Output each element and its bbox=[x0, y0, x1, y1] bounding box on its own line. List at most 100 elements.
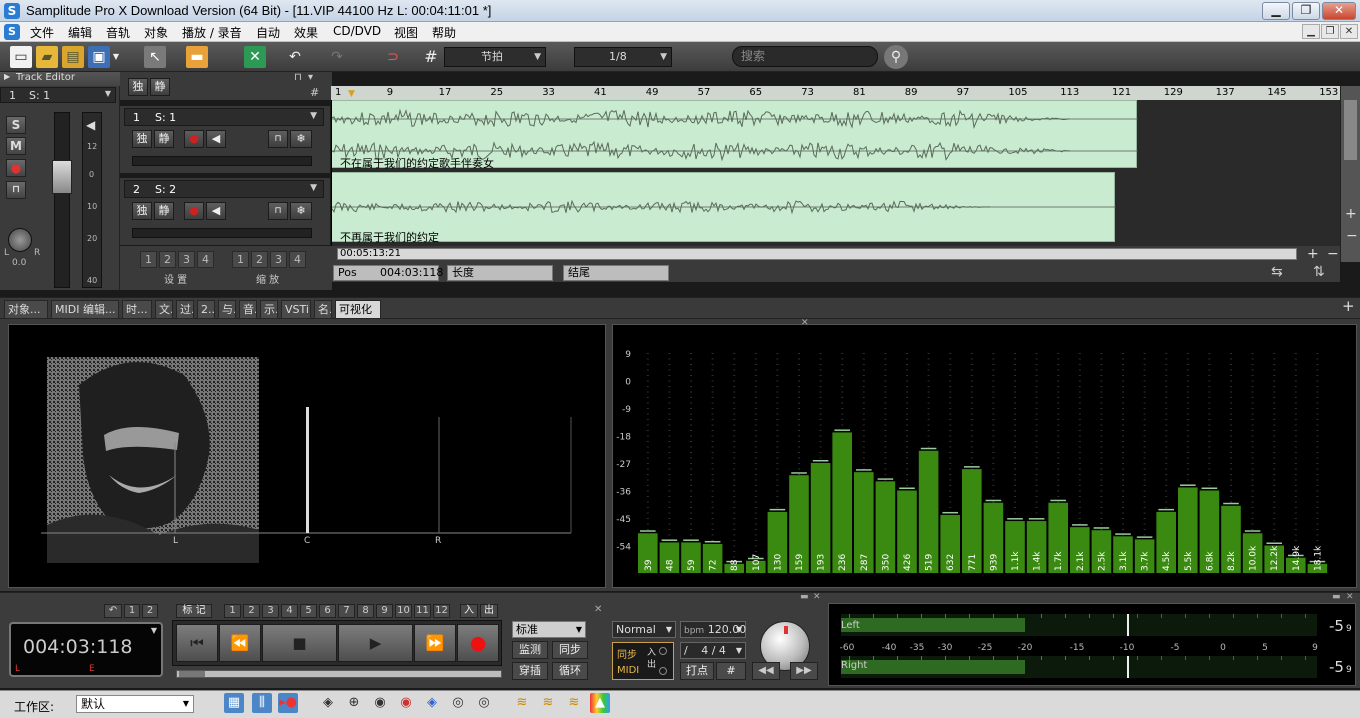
h-zoom-out-icon[interactable]: − bbox=[1327, 246, 1339, 262]
timeline-ruler[interactable]: 1 9 17 25 33 41 49 57 65 73 81 89 97 105 113 121 129 137 1… bbox=[331, 86, 1340, 100]
menu-automation[interactable]: 自动 bbox=[256, 24, 280, 41]
marker-10-button[interactable]: 10 bbox=[395, 604, 412, 618]
wave-tool-icon-3[interactable]: ≋ bbox=[564, 693, 584, 713]
set-1-button[interactable]: 1 bbox=[140, 251, 157, 268]
track-1-solo-button[interactable]: 独 bbox=[132, 130, 152, 148]
diamond-icon[interactable]: ◈ bbox=[422, 693, 442, 713]
speaker-icon[interactable]: ◀ bbox=[86, 118, 95, 132]
mute-all-button[interactable]: 静 bbox=[150, 78, 170, 96]
menu-track[interactable]: 音轨 bbox=[106, 24, 130, 41]
marker-12-button[interactable]: 12 bbox=[433, 604, 450, 618]
tab-5[interactable]: 2... bbox=[197, 300, 215, 319]
mixer-icon[interactable]: ⫼ bbox=[252, 693, 272, 713]
play-button[interactable]: ▶ bbox=[338, 624, 413, 662]
undo-history-icon[interactable]: ↶ bbox=[104, 604, 122, 618]
clip-track-2[interactable]: 不再属于我们的约定 bbox=[331, 172, 1116, 244]
swap-v-icon[interactable]: ⇅ bbox=[1313, 264, 1325, 280]
menu-playback[interactable]: 播放 / 录音 bbox=[182, 24, 242, 41]
pan-knob[interactable] bbox=[8, 228, 32, 252]
marker-4-button[interactable]: 4 bbox=[281, 604, 298, 618]
transport-close2-icon[interactable]: ✕ bbox=[813, 592, 821, 602]
tab-4[interactable]: 过... bbox=[176, 300, 194, 319]
tab-0[interactable]: 对象... bbox=[4, 300, 48, 319]
circle-icon-1[interactable]: ◎ bbox=[448, 693, 468, 713]
tab-8[interactable]: 示... bbox=[260, 300, 278, 319]
set-4-button[interactable]: 4 bbox=[197, 251, 214, 268]
arrangement-area[interactable]: 不在属于我们的约定歌手伴奏女 不再属于我们的约定 bbox=[331, 100, 1340, 246]
jog-forward-icon[interactable]: ▶▶ bbox=[790, 662, 818, 680]
menu-object[interactable]: 对象 bbox=[144, 24, 168, 41]
range-tool-icon[interactable]: ▬ bbox=[186, 46, 208, 68]
sync-button[interactable]: 同步 bbox=[552, 641, 588, 659]
chevron-down-icon[interactable]: ▼ bbox=[310, 183, 317, 193]
tab-2[interactable]: 时... bbox=[122, 300, 152, 319]
vertical-scroll-thumb[interactable] bbox=[1344, 100, 1357, 160]
track-1-title-bar[interactable]: 1 S: 1 ▼ bbox=[124, 108, 324, 126]
spectrum-tool-icon[interactable]: ▲ bbox=[590, 693, 610, 713]
track-1-lock-icon[interactable]: ⊓ bbox=[268, 130, 288, 148]
end-field[interactable]: 结尾 bbox=[563, 265, 669, 281]
track-header-2[interactable]: 2 S: 2 ▼ 独 静 ● ◀ ⊓ ❄ bbox=[120, 178, 330, 246]
track-1-mute-button[interactable]: 静 bbox=[154, 130, 174, 148]
track-selector[interactable]: 1 S: 1 ▼ bbox=[0, 87, 116, 103]
volume-fader-handle[interactable] bbox=[52, 160, 72, 194]
layout-icon[interactable]: ▦ bbox=[224, 693, 244, 713]
pos-field[interactable]: Pos 004:03:118 bbox=[333, 265, 443, 281]
marker-3-button[interactable]: 3 bbox=[262, 604, 279, 618]
transport-close-icon[interactable]: ✕ bbox=[594, 604, 602, 615]
wave-tool-icon-1[interactable]: ≋ bbox=[512, 693, 532, 713]
add-tab-icon[interactable]: + bbox=[1342, 297, 1355, 315]
new-file-icon[interactable]: ▭ bbox=[10, 46, 32, 68]
zoom-3-button[interactable]: 3 bbox=[270, 251, 287, 268]
tab-7[interactable]: 音... bbox=[239, 300, 257, 319]
bpm-field[interactable]: bpm 120.00 ▼ bbox=[680, 621, 746, 638]
meter-minimize-icon[interactable]: ▬ bbox=[1332, 592, 1341, 602]
mdi-restore-button[interactable]: ❐ bbox=[1321, 24, 1339, 39]
set-3-button[interactable]: 3 bbox=[178, 251, 195, 268]
solo-all-button[interactable]: 独 bbox=[128, 78, 148, 96]
track-2-mute-button[interactable]: 静 bbox=[154, 202, 174, 220]
nav-marker-icon-2[interactable]: ⊕ bbox=[344, 693, 364, 713]
zoom-out-icon[interactable]: − bbox=[1346, 228, 1358, 244]
track-1-monitor-icon[interactable]: ◀ bbox=[206, 130, 226, 148]
mdi-close-button[interactable]: ✕ bbox=[1340, 24, 1358, 39]
track-2-solo-button[interactable]: 独 bbox=[132, 202, 152, 220]
record-eye-icon[interactable]: ◉ bbox=[396, 693, 416, 713]
marker-6-button[interactable]: 6 bbox=[319, 604, 336, 618]
save-icon[interactable]: ▣ bbox=[88, 46, 110, 68]
zoom-2-button[interactable]: 2 bbox=[251, 251, 268, 268]
zoom-in-icon[interactable]: + bbox=[1345, 206, 1357, 222]
solo-button[interactable]: S bbox=[6, 116, 26, 134]
tab-10[interactable]: 名... bbox=[314, 300, 332, 319]
wave-tool-icon-2[interactable]: ≋ bbox=[538, 693, 558, 713]
tab-1[interactable]: MIDI 编辑... bbox=[51, 300, 119, 319]
snap-select[interactable]: 节拍 ▼ bbox=[444, 47, 546, 67]
rewind-button[interactable]: ⏪ bbox=[219, 624, 261, 662]
chevron-down-icon[interactable]: ▼ bbox=[310, 111, 317, 121]
track-1-fx-icon[interactable]: ❄ bbox=[290, 130, 312, 148]
marker-in-button[interactable]: 入 bbox=[460, 604, 478, 618]
collapse-icon[interactable]: ▶ bbox=[4, 72, 10, 81]
view-eye-icon[interactable]: ◉ bbox=[370, 693, 390, 713]
open-project-icon[interactable]: ▤ bbox=[62, 46, 84, 68]
undo-icon[interactable]: ↶ bbox=[284, 46, 306, 68]
tab-3[interactable]: 文... bbox=[155, 300, 173, 319]
pointer-tool-icon[interactable]: ↖ bbox=[144, 46, 166, 68]
playhead-marker-icon[interactable]: ▼ bbox=[348, 89, 355, 99]
set-2-button[interactable]: 2 bbox=[159, 251, 176, 268]
zoom-4-button[interactable]: 4 bbox=[289, 251, 306, 268]
sync-midi-panel[interactable]: 同步 入 出 MIDI bbox=[612, 642, 674, 680]
track-2-fx-icon[interactable]: ❄ bbox=[290, 202, 312, 220]
cut-tool-icon[interactable]: ✕ bbox=[244, 46, 266, 68]
settings-small-icon[interactable]: ▾ bbox=[308, 72, 313, 83]
record-arm-button[interactable]: ● bbox=[6, 159, 26, 177]
search-input[interactable]: 搜索 bbox=[732, 46, 878, 67]
tab-9[interactable]: VSTi bbox=[281, 300, 311, 319]
mdi-minimize-button[interactable]: ▁ bbox=[1302, 24, 1320, 39]
lock-icon[interactable]: ⊓ bbox=[6, 181, 26, 199]
punch-button[interactable]: 穿插 bbox=[512, 662, 548, 680]
go-to-start-button[interactable]: ⏮ bbox=[176, 624, 218, 662]
monitor-button[interactable]: 监测 bbox=[512, 641, 548, 659]
marker-1-button[interactable]: 1 bbox=[224, 604, 241, 618]
save-dropdown-icon[interactable]: ▼ bbox=[110, 46, 122, 68]
